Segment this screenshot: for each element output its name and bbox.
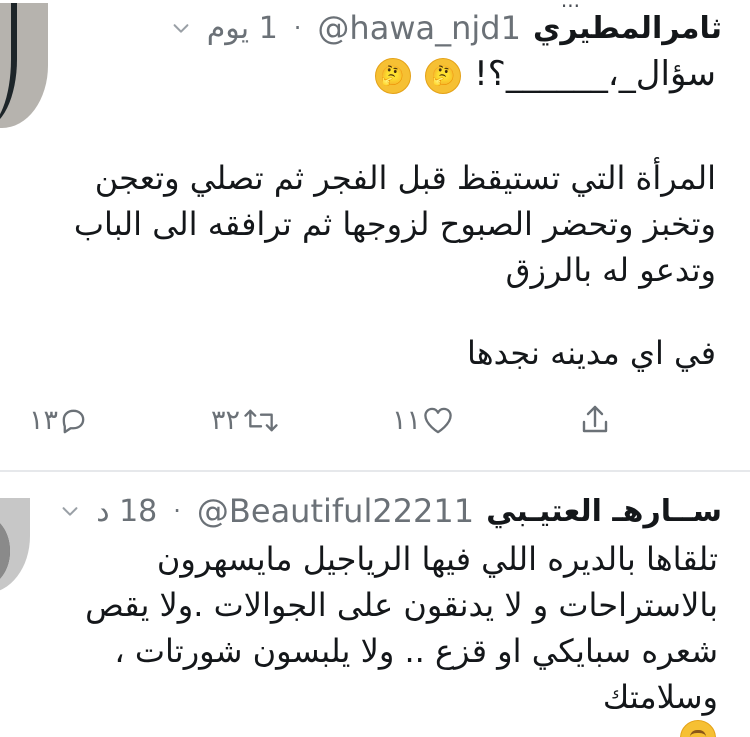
- tweet-screenshot: ... 1 يوم · @hawa_njd1 ثامرالمطيري سؤال_…: [0, 0, 750, 737]
- tweet-body: تلقاها بالديره اللي فيها الرياجيل مايسهر…: [28, 536, 718, 737]
- reply-button[interactable]: ١٣: [29, 398, 89, 443]
- smiling-face-emoji: [680, 720, 716, 737]
- user-name[interactable]: ثامرالمطيري: [533, 11, 722, 46]
- tweet-header: 1 يوم · @hawa_njd1 ثامرالمطيري: [169, 7, 722, 49]
- tweet-actions: ١٣ ٣٢ ١١: [0, 398, 750, 443]
- chevron-down-icon[interactable]: [58, 499, 82, 523]
- tweet-card-2[interactable]: 18 د · @Beautiful22211 ســارهـ العتيـبي …: [0, 472, 750, 737]
- retweet-count: ٣٢: [211, 405, 241, 436]
- user-handle[interactable]: @hawa_njd1: [317, 9, 521, 47]
- share-icon: [578, 403, 612, 439]
- like-button[interactable]: ١١: [392, 398, 455, 443]
- tweet-line: المرأة التي تستيقظ قبل الفجر ثم تصلي وتع…: [94, 159, 716, 197]
- tweet-line: وتخبز وتحضر الصبوح لزوجها ثم ترافقه الى …: [73, 205, 716, 243]
- heart-icon: [421, 405, 455, 436]
- tweet-question: سؤال_،______؟! 🤔 🤔: [316, 51, 716, 99]
- question-text: سؤال_،______؟!: [474, 54, 716, 94]
- separator-dot: ·: [293, 14, 302, 42]
- retweet-button[interactable]: ٣٢: [211, 398, 282, 443]
- tweet-line: وتدعو له بالرزق: [505, 251, 716, 289]
- tweet-line: تلقاها بالديره اللي فيها الرياجيل مايسهر…: [156, 540, 718, 578]
- tweet-line: بالاستراحات و لا يدنقون على الجوالات .ول…: [85, 586, 718, 624]
- user-name[interactable]: ســارهـ العتيـبي: [486, 494, 722, 529]
- thinking-face-emoji: 🤔: [425, 57, 462, 94]
- tweet-line-with-emoji: وسلامتك: [28, 674, 718, 737]
- separator-dot: ·: [173, 497, 181, 525]
- like-count: ١١: [392, 405, 422, 436]
- retweet-icon: [240, 405, 282, 436]
- tweet-line: وسلامتك: [602, 678, 718, 716]
- chevron-down-icon[interactable]: [169, 16, 193, 40]
- tweet-time: 18 د: [96, 493, 158, 529]
- tweet-line: شعره سبايكي او قزع .. ولا يلبسون شورتات …: [114, 632, 718, 670]
- tweet-card-1[interactable]: 1 يوم · @hawa_njd1 ثامرالمطيري سؤال_،___…: [0, 0, 750, 470]
- share-button[interactable]: [578, 398, 612, 443]
- tweet-body: المرأة التي تستيقظ قبل الفجر ثم تصلي وتع…: [46, 155, 716, 293]
- tweet-closing-line: في اي مدينه نجدها: [466, 334, 716, 372]
- tweet-header: 18 د · @Beautiful22211 ســارهـ العتيـبي: [58, 490, 722, 532]
- avatar[interactable]: [0, 3, 48, 128]
- user-handle[interactable]: @Beautiful22211: [197, 492, 474, 530]
- reply-icon: [58, 405, 89, 436]
- reply-count: ١٣: [29, 405, 59, 436]
- thinking-face-emoji: 🤔: [374, 57, 411, 94]
- tweet-time: 1 يوم: [206, 10, 278, 46]
- avatar[interactable]: [0, 498, 30, 593]
